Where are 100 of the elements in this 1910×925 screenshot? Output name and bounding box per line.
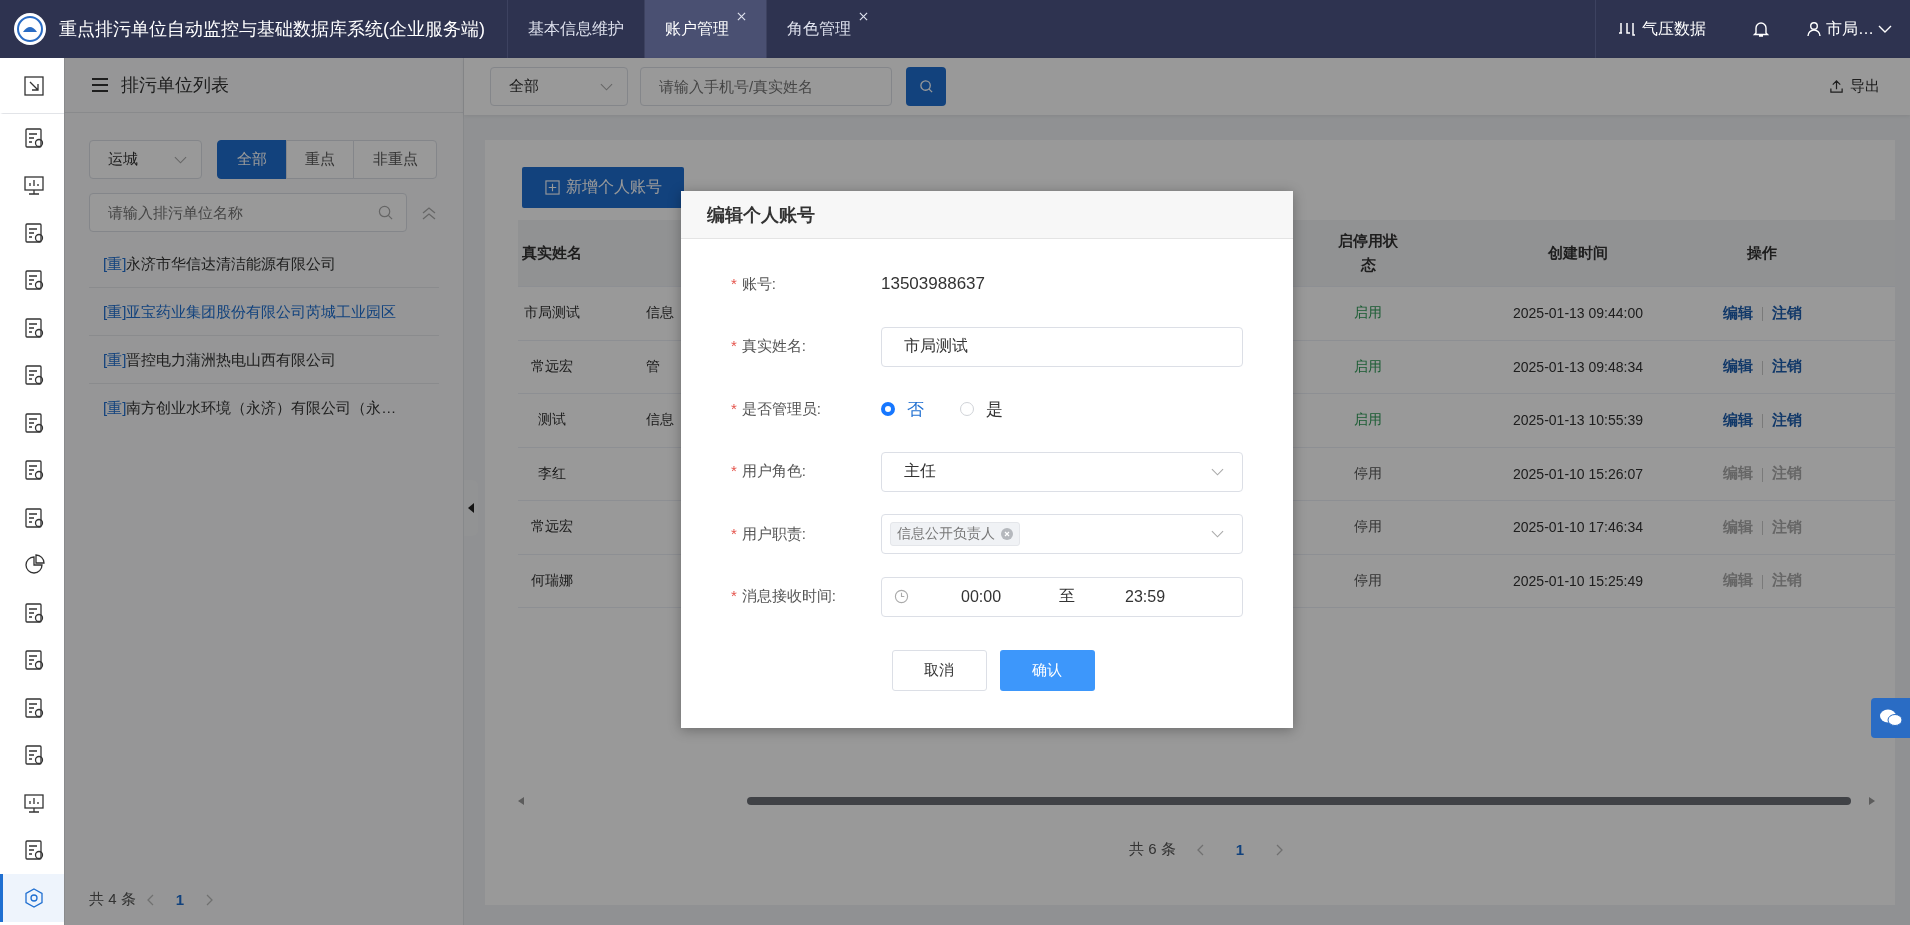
chart-icon xyxy=(1618,21,1636,37)
unit-list-item[interactable]: [重]晋控电力蒲洲热电山西有限公司 xyxy=(89,336,439,384)
total-count: 共 6 条 xyxy=(1129,840,1176,859)
table-cell: 何瑞娜 xyxy=(531,571,573,588)
unit-list-item[interactable]: [重]永济市华信达清洁能源有限公司 xyxy=(89,240,439,288)
table-cell: 2025-01-10 15:26:07 xyxy=(1513,465,1643,482)
search-button[interactable] xyxy=(906,67,946,106)
upload-icon xyxy=(1829,79,1844,94)
add-account-button[interactable]: 新增个人账号 xyxy=(522,167,684,208)
table-cell: 2025-01-10 17:46:34 xyxy=(1513,519,1643,536)
column-header: 真实姓名 xyxy=(522,243,582,261)
data-link[interactable]: 气压数据 xyxy=(1596,18,1728,40)
filter-toggle[interactable]: 重点 xyxy=(286,140,354,179)
export-button[interactable]: 导出 xyxy=(1823,76,1886,97)
panel-title: 排污单位列表 xyxy=(121,74,229,97)
table-cell: 2025-01-13 09:44:00 xyxy=(1513,305,1643,322)
radio-option[interactable]: 否 xyxy=(881,397,924,421)
status-text: 启用 xyxy=(1354,411,1382,428)
table-cell: 李红 xyxy=(538,464,566,481)
field-label: 是否管理员: xyxy=(741,399,821,417)
required-mark: * xyxy=(731,462,737,480)
user-menu[interactable]: 市局… xyxy=(1794,18,1910,40)
tab[interactable]: 账户管理 xyxy=(644,0,766,58)
close-icon[interactable] xyxy=(859,12,868,21)
unit-list-item[interactable]: [重]亚宝药业集团股份有限公司芮城工业园区 xyxy=(89,288,439,336)
role-select[interactable]: 主任 xyxy=(881,451,1243,492)
search-field[interactable]: 请输入手机号/真实姓名 xyxy=(640,67,892,106)
settings-icon xyxy=(22,886,45,909)
page-number[interactable]: 1 xyxy=(175,891,185,908)
search-field[interactable]: 请输入排污单位名称 xyxy=(89,193,407,232)
status-text: 启用 xyxy=(1354,357,1382,374)
table-cell: 2025-01-13 09:48:34 xyxy=(1513,358,1643,375)
field-label: 用户角色: xyxy=(741,462,806,480)
chat-icon xyxy=(1878,708,1903,728)
name-input[interactable]: 市局测试 xyxy=(881,326,1243,367)
status-text: 启用 xyxy=(1354,304,1382,321)
action-link[interactable]: 编辑 xyxy=(1722,357,1753,375)
action-link[interactable]: 编辑 xyxy=(1722,410,1753,428)
close-icon[interactable] xyxy=(737,12,746,21)
time-range-field[interactable]: 00:00 至 23:59 xyxy=(881,576,1243,617)
required-mark: * xyxy=(731,399,737,417)
search-icon xyxy=(378,205,393,220)
filter-toggle[interactable]: 非重点 xyxy=(353,140,437,179)
bell-icon[interactable] xyxy=(1752,20,1770,38)
action-link[interactable]: 注销 xyxy=(1771,357,1802,375)
pie-chart-icon xyxy=(22,554,45,577)
table-cell: 信息 xyxy=(646,304,674,321)
action-link[interactable]: 注销 xyxy=(1771,410,1802,428)
search-icon xyxy=(918,79,934,94)
field-label: 账号: xyxy=(741,274,776,292)
table-cell: 常远宏 xyxy=(531,357,573,374)
page-number[interactable]: 1 xyxy=(1235,841,1244,858)
field-label: 真实姓名: xyxy=(741,337,806,355)
action-link[interactable]: 编辑 xyxy=(1722,303,1753,321)
total-count: 共 4 条 xyxy=(89,890,136,909)
field-label: 用户职责: xyxy=(741,524,806,542)
duty-tag: 信息公开负责人 xyxy=(890,522,1020,547)
table-cell: 管 xyxy=(646,357,660,374)
chevron-down-icon xyxy=(600,82,613,91)
collapse-icon xyxy=(22,74,45,97)
column-header: 启停用状态 xyxy=(1337,231,1399,275)
required-mark: * xyxy=(731,524,737,542)
caret-left-icon xyxy=(468,503,474,513)
column-header: 创建时间 xyxy=(1548,243,1608,261)
table-cell: 信息 xyxy=(646,411,674,428)
monitor-icon xyxy=(22,791,45,814)
chevron-down-icon xyxy=(1211,530,1224,539)
plus-square-icon xyxy=(544,180,560,195)
region-select[interactable]: 运城 xyxy=(89,140,202,179)
scrollbar-thumb[interactable] xyxy=(747,797,1851,805)
app-title: 重点排污单位自动监控与基础数据库系统(企业服务端) xyxy=(59,18,485,41)
document-icon xyxy=(22,126,45,149)
radio-option[interactable]: 是 xyxy=(960,397,1003,421)
table-cell: 2025-01-13 10:55:39 xyxy=(1513,412,1643,429)
required-mark: * xyxy=(731,587,737,605)
monitor-chart-icon xyxy=(22,174,45,197)
chevron-down-icon xyxy=(1211,467,1224,476)
status-text: 停用 xyxy=(1354,571,1382,588)
chevron-down-icon xyxy=(1878,25,1892,33)
duty-select[interactable]: 信息公开负责人 xyxy=(881,514,1243,555)
chat-button[interactable] xyxy=(1871,698,1910,738)
unit-list-item[interactable]: [重]南方创业水环境（永济）有限公司（永… xyxy=(89,384,439,431)
action-link[interactable]: 注销 xyxy=(1771,303,1802,321)
field-label: 消息接收时间: xyxy=(741,587,836,605)
sidebar-item[interactable] xyxy=(0,874,64,922)
confirm-button[interactable]: 确认 xyxy=(999,650,1095,691)
logo-icon xyxy=(13,12,47,46)
dialog-title: 编辑个人账号 xyxy=(707,203,815,227)
table-cell: 常远宏 xyxy=(531,518,573,535)
account-number: 13503988637 xyxy=(881,274,985,295)
table-cell: 测试 xyxy=(538,411,566,428)
status-text: 停用 xyxy=(1354,518,1382,535)
table-cell: 市局测试 xyxy=(524,304,580,321)
cancel-button[interactable]: 取消 xyxy=(891,650,987,691)
scope-select[interactable]: 全部 xyxy=(490,67,628,106)
required-mark: * xyxy=(731,337,737,355)
filter-toggle[interactable]: 全部 xyxy=(217,140,287,179)
column-header: 操作 xyxy=(1747,243,1777,261)
menu-icon[interactable] xyxy=(91,77,109,93)
table-cell: 2025-01-10 15:25:49 xyxy=(1513,572,1643,589)
